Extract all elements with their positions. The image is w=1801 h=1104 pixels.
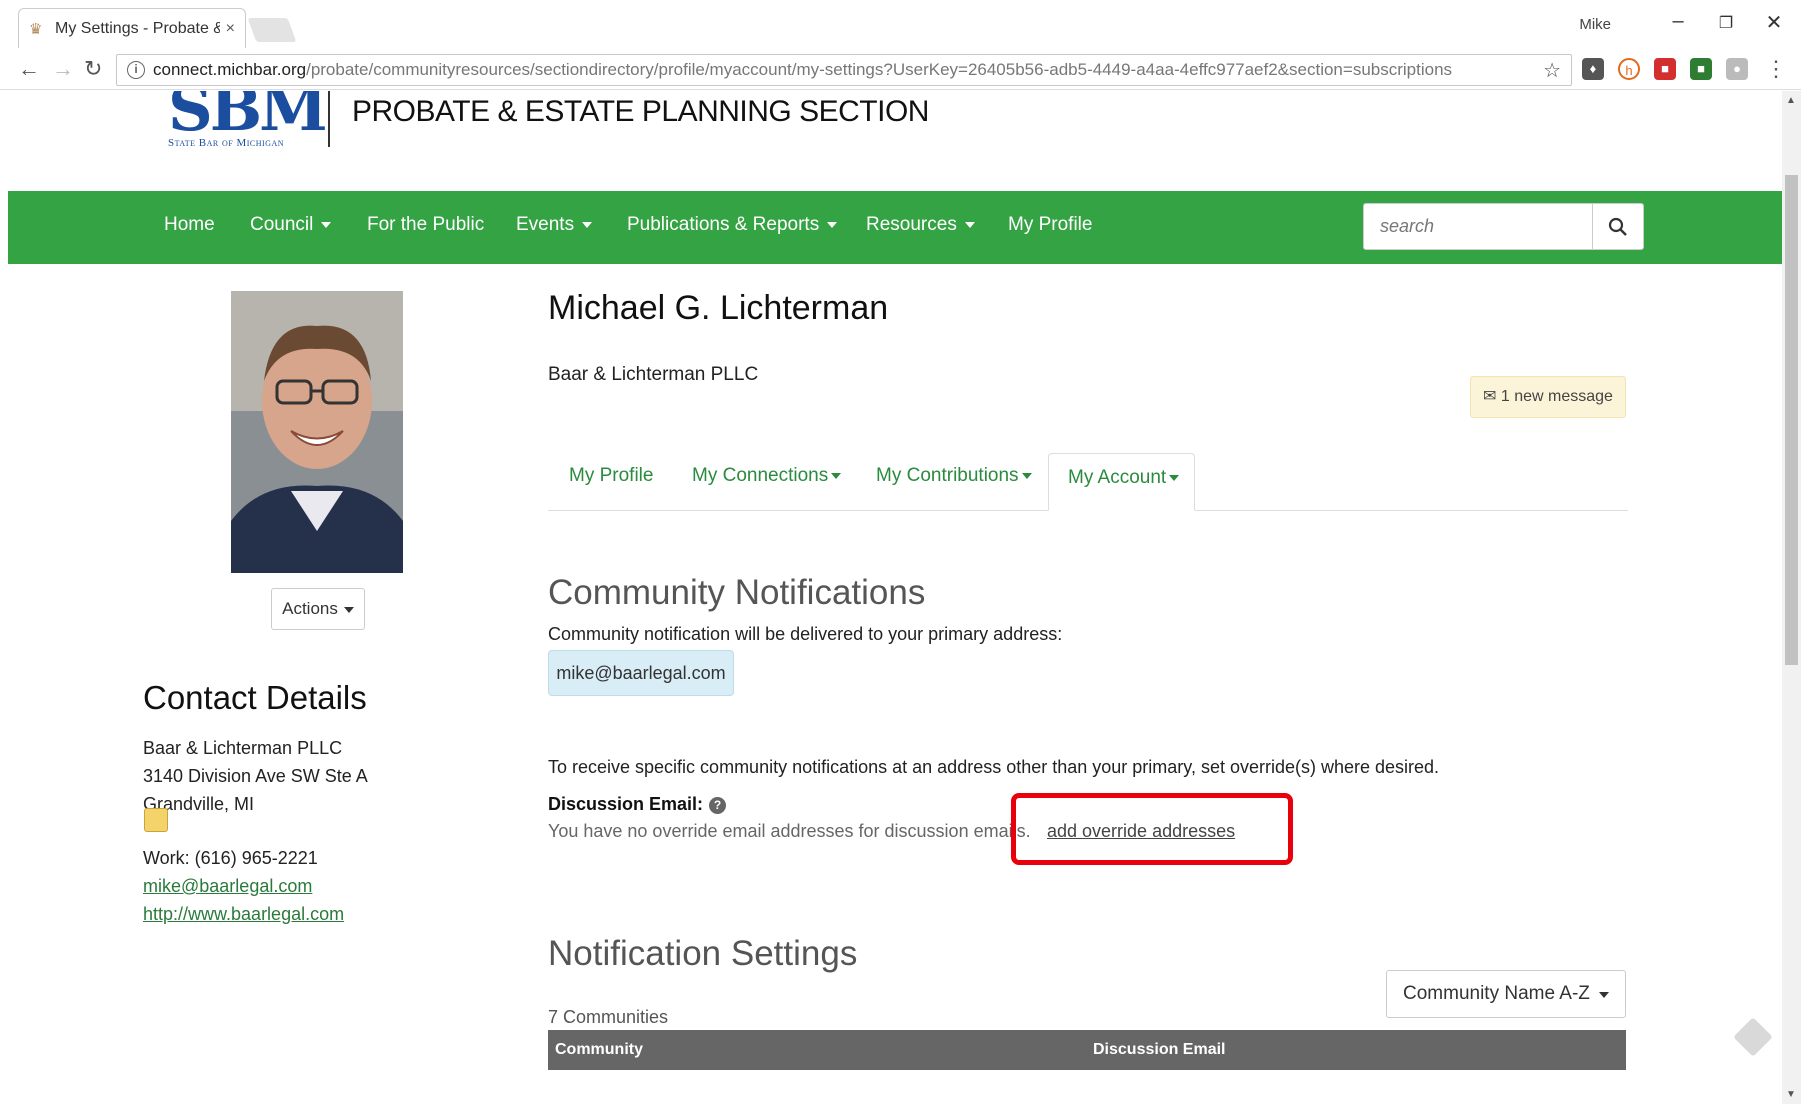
chevron-down-icon [1021,472,1032,479]
new-message-badge[interactable]: ✉ 1 new message [1470,376,1626,418]
restore-icon[interactable]: ❐ [1711,13,1741,33]
nav-events-label: Events [516,214,575,235]
bookmark-star-icon[interactable]: ☆ [1543,58,1561,83]
contact-website-link[interactable]: http://www.baarlegal.com [143,904,344,925]
site-favicon-icon: ♛ [29,20,43,38]
puzzle-extension-icon[interactable]: ● [1726,58,1748,80]
nav-publications-label: Publications & Reports [627,214,820,235]
scroll-up-icon[interactable]: ▲ [1786,95,1796,106]
profile-user-label[interactable]: Mike [1579,16,1611,33]
nav-council[interactable]: Council [250,214,332,236]
reload-icon[interactable]: ↻ [84,56,102,82]
column-header-discussion-email[interactable]: Discussion Email [1093,1041,1226,1059]
info-icon[interactable]: i [127,61,145,79]
search-button[interactable] [1592,203,1644,250]
profile-company: Baar & Lichterman PLLC [548,364,759,385]
url-input[interactable]: i connect.michbar.org /probate/community… [116,54,1572,86]
tab-my-profile[interactable]: My Profile [569,465,653,487]
actions-button[interactable]: Actions [271,588,365,630]
nav-home[interactable]: Home [164,214,215,236]
chevron-down-icon [1599,992,1609,998]
chevron-down-icon [831,472,842,479]
nav-council-label: Council [250,214,314,235]
chevron-down-icon [964,221,975,228]
discussion-email-label-text: Discussion Email: [548,794,704,814]
communities-table-header: Community Discussion Email [548,1030,1626,1070]
contact-email-link[interactable]: mike@baarlegal.com [143,876,312,897]
logo-divider [328,91,330,147]
add-override-addresses-link[interactable]: add override addresses [1045,821,1236,842]
delivery-text: Community notification will be delivered… [548,624,1063,644]
profile-name: Michael G. Lichterman [548,289,889,327]
chevron-down-icon [343,606,354,613]
sort-select[interactable]: Community Name A-Z [1386,970,1626,1018]
chevron-down-icon [827,221,838,228]
browser-tabstrip: ♛ My Settings - Probate & I × Mike – ❐ ✕ [0,0,1801,52]
sort-select-value: Community Name A-Z [1403,983,1590,1004]
close-window-icon[interactable]: ✕ [1759,10,1789,35]
discussion-email-label: Discussion Email:? [548,794,727,815]
map-icon[interactable] [144,808,168,832]
tab-my-connections[interactable]: My Connections [692,465,842,487]
url-host: connect.michbar.org [153,60,307,79]
nav-resources-label: Resources [866,214,957,235]
tab-my-account-label: My Account [1068,467,1167,488]
search-icon [1608,217,1627,236]
honey-extension-icon[interactable]: h [1618,58,1640,80]
evernote-extension-icon[interactable]: ♦ [1582,58,1604,80]
tab-my-contributions[interactable]: My Contributions [876,465,1032,487]
scrollbar-thumb[interactable] [1785,175,1798,665]
override-info-text: To receive specific community notificati… [548,757,1440,777]
profile-photo [231,291,403,573]
envelope-icon: ✉ [1483,388,1501,405]
column-header-community[interactable]: Community [555,1041,643,1059]
browser-tab[interactable]: ♛ My Settings - Probate & I × [18,8,246,48]
help-icon[interactable]: ? [709,797,727,814]
url-path: /probate/communityresources/sectiondirec… [306,60,1453,79]
contact-company: Baar & Lichterman PLLC [143,738,343,758]
minimize-icon[interactable]: – [1663,10,1693,33]
search-input[interactable]: search [1363,203,1593,250]
primary-email-chip: mike@baarlegal.com [548,650,734,696]
tab-my-connections-label: My Connections [692,465,829,486]
page-scrollbar[interactable]: ▲ ▼ [1782,91,1801,1104]
scroll-down-icon[interactable]: ▼ [1786,1089,1796,1100]
avatar [231,291,403,573]
address-bar-row: ← → ↻ i connect.michbar.org /probate/com… [0,50,1801,90]
chevron-down-icon [582,221,593,228]
back-icon[interactable]: ← [18,56,40,82]
feedback-icon[interactable] [1733,1017,1773,1057]
nav-resources[interactable]: Resources [866,214,975,236]
contact-work-phone: Work: (616) 965-2221 [143,848,318,868]
sbm-logo[interactable]: SBM State Bar of Michigan [168,91,328,149]
nav-my-profile[interactable]: My Profile [1008,214,1092,236]
tab-my-account[interactable]: My Account [1048,453,1195,511]
forward-icon[interactable]: → [52,56,74,82]
community-notifications-heading: Community Notifications [548,573,926,612]
new-tab-button[interactable] [247,18,297,42]
logo-text: SBM [168,91,328,145]
nav-for-the-public[interactable]: For the Public [367,214,484,236]
actions-label: Actions [282,599,338,618]
page-content: SBM State Bar of Michigan PROBATE & ESTA… [8,91,1782,1104]
nav-events[interactable]: Events [516,214,593,236]
todoist-extension-icon[interactable]: ■ [1654,58,1676,80]
tab-my-contributions-label: My Contributions [876,465,1019,486]
communities-count: 7 Communities [548,1007,669,1027]
nav-publications[interactable]: Publications & Reports [627,214,838,236]
discussion-override-text: You have no override email addresses for… [548,821,1031,841]
contact-details-title: Contact Details [143,679,367,716]
browser-menu-icon[interactable]: ⋮ [1765,56,1787,82]
notification-settings-heading: Notification Settings [548,934,858,973]
contact-address-line1: 3140 Division Ave SW Ste A [143,766,368,786]
tab-close-icon[interactable]: × [226,20,235,38]
main-nav: Home Council For the Public Events Publi… [8,191,1782,264]
chevron-down-icon [1169,474,1180,481]
tab-title: My Settings - Probate & I [55,19,220,37]
section-title: PROBATE & ESTATE PLANNING SECTION [352,95,929,128]
chevron-down-icon [321,221,332,228]
new-message-label: 1 new message [1500,388,1613,405]
colorful-extension-icon[interactable]: ■ [1690,58,1712,80]
